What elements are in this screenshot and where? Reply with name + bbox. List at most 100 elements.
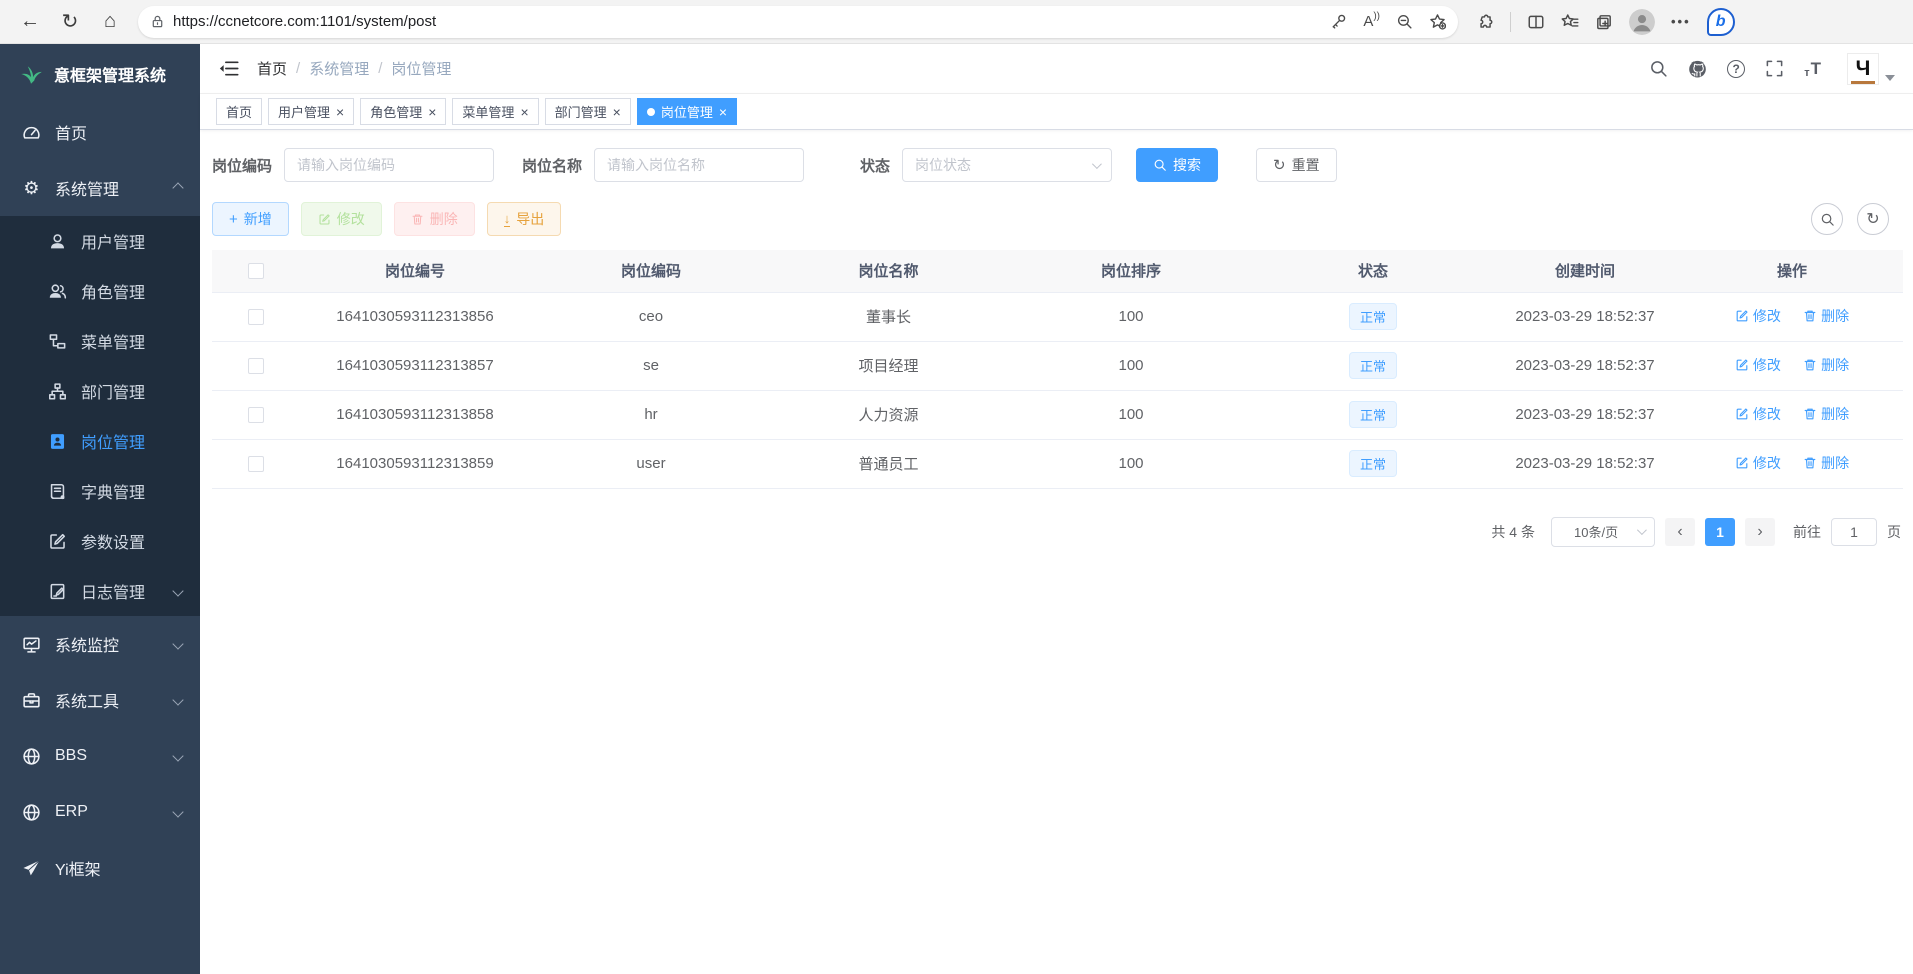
sidebar-item-posts[interactable]: 岗位管理 [0, 416, 200, 466]
export-button[interactable]: ↓ 导出 [487, 202, 562, 236]
table-toolbar: + 新增 修改 删除 ↓ 导出 [212, 202, 1903, 236]
page-unit-label: 页 [1887, 522, 1901, 542]
edit-button[interactable]: 修改 [301, 202, 382, 236]
tab-home[interactable]: 首页 [216, 98, 262, 125]
sidebar-item-departments[interactable]: 部门管理 [0, 366, 200, 416]
next-page-button[interactable]: › [1745, 518, 1775, 546]
password-key-icon[interactable] [1330, 13, 1347, 30]
search-form: 岗位编码 岗位名称 状态 岗位状态 搜索 ↻ 重置 [212, 148, 1903, 182]
sidebar-item-bbs[interactable]: BBS [0, 728, 200, 784]
tab-post-management[interactable]: 岗位管理× [637, 98, 737, 125]
zoom-out-icon[interactable] [1396, 13, 1413, 30]
breadcrumb-current: 岗位管理 [391, 58, 451, 79]
page-1-button[interactable]: 1 [1705, 518, 1735, 546]
total-count: 共 4 条 [1491, 522, 1535, 542]
col-post-name: 岗位名称 [772, 250, 1005, 292]
row-delete-link[interactable]: 删除 [1803, 355, 1849, 375]
tab-user-management[interactable]: 用户管理× [268, 98, 354, 125]
goto-page-input[interactable] [1831, 518, 1877, 546]
browser-home-button[interactable]: ⌂ [92, 5, 128, 39]
user-menu[interactable]: Ч [1847, 53, 1895, 85]
read-aloud-icon[interactable]: A)) [1363, 13, 1380, 30]
row-edit-link[interactable]: 修改 [1735, 355, 1781, 375]
prev-page-button[interactable]: ‹ [1665, 518, 1695, 546]
sidebar-item-logs[interactable]: 日志管理 [0, 566, 200, 616]
sidebar-item-yi-framework[interactable]: Yi框架 [0, 840, 200, 896]
sidebar-item-system[interactable]: ⚙ 系统管理 [0, 160, 200, 216]
close-icon[interactable]: × [520, 105, 528, 119]
chevron-down-icon [1637, 525, 1647, 535]
sidebar-item-erp[interactable]: ERP [0, 784, 200, 840]
tab-dept-management[interactable]: 部门管理× [545, 98, 631, 125]
select-all-checkbox[interactable] [248, 263, 264, 279]
browser-right-icons: ••• b [1468, 8, 1743, 36]
chevron-down-icon [172, 694, 183, 705]
row-edit-link[interactable]: 修改 [1735, 453, 1781, 473]
browser-profile-avatar[interactable] [1629, 9, 1655, 35]
reset-button[interactable]: ↻ 重置 [1256, 148, 1337, 182]
row-delete-link[interactable]: 删除 [1803, 404, 1849, 424]
chevron-down-icon [172, 750, 183, 761]
row-delete-link[interactable]: 删除 [1803, 453, 1849, 473]
post-code-label: 岗位编码 [212, 155, 272, 176]
browser-menu-icon[interactable]: ••• [1671, 14, 1691, 29]
user-avatar[interactable]: Ч [1847, 53, 1879, 85]
toggle-search-button[interactable] [1811, 203, 1843, 235]
extensions-icon[interactable] [1476, 13, 1494, 31]
add-button[interactable]: + 新增 [212, 202, 289, 236]
sidebar: 意框架管理系统 首页 ⚙ 系统管理 用户管理 角 [0, 44, 200, 974]
search-button[interactable]: 搜索 [1136, 148, 1218, 182]
favorites-icon[interactable] [1561, 13, 1579, 31]
fullscreen-icon[interactable] [1765, 59, 1784, 78]
log-icon [48, 582, 67, 601]
sidebar-item-dictionary[interactable]: 字典管理 [0, 466, 200, 516]
status-select[interactable]: 岗位状态 [902, 148, 1112, 182]
sidebar-item-menus[interactable]: 菜单管理 [0, 316, 200, 366]
copilot-icon[interactable]: b [1707, 8, 1735, 36]
add-favorite-star-icon[interactable] [1429, 13, 1446, 30]
download-icon: ↓ [504, 212, 511, 227]
dict-icon [48, 482, 67, 501]
sidebar-item-roles[interactable]: 角色管理 [0, 266, 200, 316]
help-icon[interactable]: ? [1727, 60, 1745, 78]
row-delete-link[interactable]: 删除 [1803, 306, 1849, 326]
row-checkbox[interactable] [248, 407, 264, 423]
breadcrumb-home[interactable]: 首页 [257, 58, 287, 79]
url-text[interactable]: https://ccnetcore.com:1101/system/post [173, 13, 1330, 30]
split-screen-icon[interactable] [1527, 13, 1545, 31]
sidebar-item-parameters[interactable]: 参数设置 [0, 516, 200, 566]
sidebar-item-users[interactable]: 用户管理 [0, 216, 200, 266]
close-icon[interactable]: × [719, 105, 727, 119]
row-checkbox[interactable] [248, 456, 264, 472]
close-icon[interactable]: × [428, 105, 436, 119]
row-checkbox[interactable] [248, 309, 264, 325]
github-icon[interactable] [1688, 59, 1707, 78]
tab-role-management[interactable]: 角色管理× [360, 98, 446, 125]
address-bar[interactable]: https://ccnetcore.com:1101/system/post A… [138, 6, 1458, 38]
collections-icon[interactable] [1595, 13, 1613, 31]
close-icon[interactable]: × [613, 105, 621, 119]
table-row: 1641030593112313859 user 普通员工 100 正常 202… [212, 439, 1903, 488]
table-row: 1641030593112313857 se 项目经理 100 正常 2023-… [212, 341, 1903, 390]
toolbox-icon [22, 691, 41, 710]
delete-button[interactable]: 删除 [394, 202, 475, 236]
row-edit-link[interactable]: 修改 [1735, 306, 1781, 326]
close-icon[interactable]: × [336, 105, 344, 119]
refresh-table-button[interactable]: ↻ [1857, 203, 1889, 235]
tree-menu-icon [48, 332, 67, 351]
post-name-input[interactable] [594, 148, 804, 182]
header-search-icon[interactable] [1649, 59, 1668, 78]
sidebar-item-home[interactable]: 首页 [0, 104, 200, 160]
row-checkbox[interactable] [248, 358, 264, 374]
tab-menu-management[interactable]: 菜单管理× [452, 98, 538, 125]
browser-refresh-button[interactable]: ↻ [52, 5, 88, 39]
monitor-icon [22, 635, 41, 654]
sidebar-item-tools[interactable]: 系统工具 [0, 672, 200, 728]
browser-back-button[interactable]: ← [12, 5, 48, 39]
sidebar-item-monitoring[interactable]: 系统监控 [0, 616, 200, 672]
row-edit-link[interactable]: 修改 [1735, 404, 1781, 424]
font-size-icon[interactable]: тT [1804, 59, 1821, 79]
post-code-input[interactable] [284, 148, 494, 182]
sidebar-fold-icon[interactable] [218, 58, 239, 79]
page-size-select[interactable]: 10条/页 [1551, 517, 1655, 547]
